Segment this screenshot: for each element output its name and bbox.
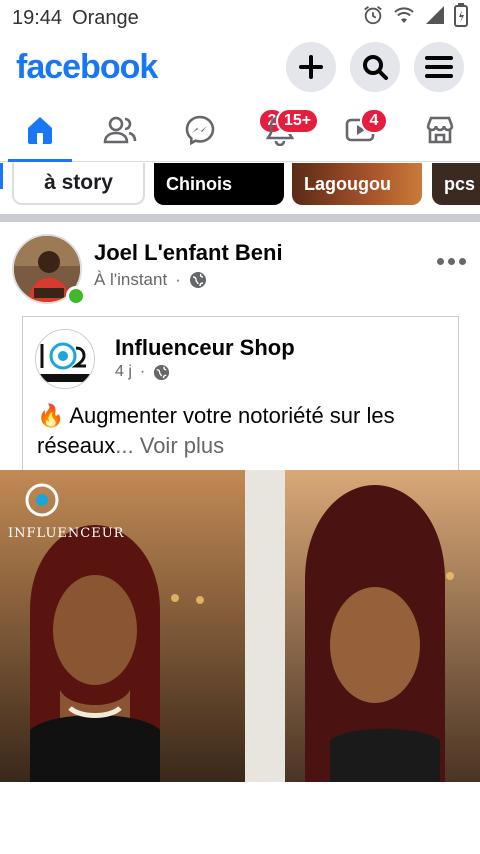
stories-strip: à story Chinois Lagougou pcs [0, 163, 480, 213]
plus-icon [299, 55, 323, 79]
signal-icon [424, 4, 446, 32]
notifications-badge: 15+ [276, 108, 320, 134]
globe-public-icon [154, 364, 170, 380]
more-dot [437, 258, 444, 265]
tab-friends[interactable] [80, 98, 160, 161]
post-more-options-button[interactable] [437, 258, 466, 265]
friends-icon [103, 116, 137, 143]
story-author: Chinois [166, 173, 232, 194]
shared-post-meta: 4 j · [115, 363, 170, 381]
create-button[interactable] [286, 42, 336, 92]
shared-post-time[interactable]: 4 j [115, 363, 132, 381]
facebook-logo[interactable]: facebook [16, 48, 158, 87]
story-card[interactable]: Chinois [154, 163, 284, 205]
status-carrier: Orange [72, 6, 139, 29]
feed-divider [0, 214, 480, 222]
watch-badge: 4 [360, 108, 388, 134]
page-avatar[interactable] [35, 329, 95, 389]
tab-watch[interactable]: 4 [320, 98, 400, 161]
status-time: 19:44 [12, 6, 63, 29]
tab-marketplace[interactable] [400, 98, 480, 161]
shared-page-name[interactable]: Influenceur Shop [115, 335, 295, 361]
battery-icon [454, 3, 468, 33]
image-watermark: INFLUENCEUR [8, 526, 125, 541]
story-author: pcs [444, 173, 476, 194]
search-button[interactable] [350, 42, 400, 92]
status-bar: 19:44 Orange [0, 0, 480, 36]
search-icon [363, 55, 388, 80]
post-meta: À l'instant · [94, 270, 207, 290]
fire-emoji: 🔥 [37, 403, 65, 428]
more-dot [459, 258, 466, 265]
post-header: Joel L'enfant Beni À l'instant · [0, 232, 480, 308]
post-media-image[interactable]: INFLUENCEUR [0, 470, 480, 782]
story-accent [0, 163, 3, 189]
see-more-link[interactable]: ... Voir plus [115, 433, 224, 458]
shared-post-card[interactable]: Influenceur Shop 4 j · 🔥 Augmenter votre… [22, 316, 459, 470]
online-status-dot [66, 286, 86, 306]
hamburger-menu-icon [425, 56, 453, 78]
post-body-text: 🔥 Augmenter votre notoriété sur les rése… [37, 401, 447, 461]
story-card[interactable]: pcs [432, 163, 480, 205]
tab-notifications[interactable]: 15+ [240, 98, 320, 161]
create-story-card[interactable]: à story [12, 163, 145, 205]
story-card[interactable]: Lagougou [292, 163, 422, 205]
globe-public-icon [189, 272, 206, 288]
alarm-icon [362, 4, 384, 32]
marketplace-shop-icon [426, 116, 454, 143]
home-icon [28, 116, 52, 144]
app-header: facebook [0, 36, 480, 98]
tab-messenger[interactable]: 2 [160, 98, 286, 161]
menu-button[interactable] [414, 42, 464, 92]
create-story-label: à story [44, 171, 113, 194]
tab-home[interactable] [0, 98, 80, 162]
more-dot [448, 258, 455, 265]
wifi-icon [392, 5, 416, 31]
story-author: Lagougou [304, 173, 391, 194]
post-author-name[interactable]: Joel L'enfant Beni [94, 240, 283, 266]
main-nav-tabs: 2 15+ 4 [0, 98, 480, 162]
messenger-icon [185, 115, 215, 145]
post-time[interactable]: À l'instant [94, 270, 167, 290]
